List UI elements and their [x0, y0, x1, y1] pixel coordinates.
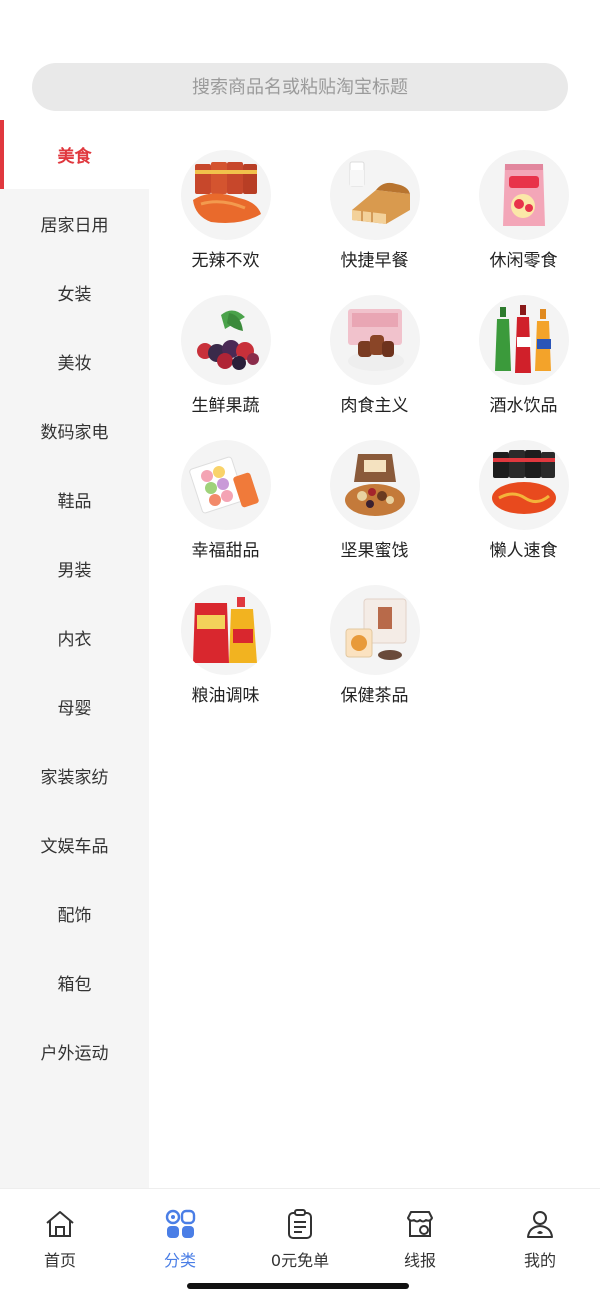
sidebar-item-food[interactable]: 美食 — [0, 120, 149, 189]
sidebar-item-home-textile[interactable]: 家装家纺 — [0, 741, 149, 810]
instant-noodle-icon — [478, 440, 569, 530]
sidebar-item-label: 数码家电 — [40, 423, 109, 443]
sidebar-item-label: 箱包 — [57, 975, 92, 995]
spicy-snack-icon — [180, 150, 271, 240]
soda-bottles-icon — [478, 295, 569, 385]
subcategory-label: 生鲜果蔬 — [191, 396, 260, 416]
sidebar-item-label: 女装 — [57, 285, 92, 305]
subcategory-spicy[interactable]: 无辣不欢 — [151, 150, 300, 273]
sidebar-item-label: 文娱车品 — [40, 837, 109, 857]
tab-label: 首页 — [43, 1251, 76, 1270]
subcategory-tea[interactable]: 保健茶品 — [300, 585, 449, 708]
sidebar-item-bags[interactable]: 箱包 — [0, 948, 149, 1017]
sidebar-item-shoes[interactable]: 鞋品 — [0, 465, 149, 534]
sidebar-item-label: 内衣 — [57, 630, 92, 650]
subcategory-drinks[interactable]: 酒水饮品 — [449, 295, 598, 418]
sidebar-item-label: 配饰 — [57, 906, 92, 926]
subcategory-label: 休闲零食 — [489, 251, 558, 271]
subcategory-label: 坚果蜜饯 — [340, 541, 409, 561]
category-content: 无辣不欢 快捷早餐 休闲零食 生鲜果蔬 肉食主义 酒水饮品 幸福甜品 坚果蜜饯 … — [149, 120, 600, 1188]
sidebar-item-beauty[interactable]: 美妆 — [0, 327, 149, 396]
subcategory-label: 幸福甜品 — [191, 541, 260, 561]
chips-bag-icon — [478, 150, 569, 240]
subcategory-nuts[interactable]: 坚果蜜饯 — [300, 440, 449, 563]
profile-icon — [527, 1211, 553, 1238]
subcategory-label: 快捷早餐 — [340, 251, 409, 271]
category-sidebar: 美食 居家日用 女装 美妆 数码家电 鞋品 男装 内衣 母婴 家装家纺 文娱车品… — [0, 120, 149, 1188]
subcategory-grain-oil[interactable]: 粮油调味 — [151, 585, 300, 708]
sidebar-item-label: 美食 — [57, 147, 92, 167]
sidebar-item-mens-wear[interactable]: 男装 — [0, 534, 149, 603]
sidebar-item-electronics[interactable]: 数码家电 — [0, 396, 149, 465]
search-input[interactable] — [32, 63, 568, 111]
sidebar-item-culture-auto[interactable]: 文娱车品 — [0, 810, 149, 879]
sidebar-item-label: 居家日用 — [40, 216, 109, 236]
sidebar-item-baby[interactable]: 母婴 — [0, 672, 149, 741]
sidebar-item-label: 母婴 — [57, 699, 92, 719]
subcategory-instant[interactable]: 懒人速食 — [449, 440, 598, 563]
sidebar-item-label: 鞋品 — [57, 492, 92, 512]
tab-label: 我的 — [523, 1251, 556, 1270]
tab-label: 0元免单 — [270, 1251, 330, 1270]
store-icon — [407, 1211, 433, 1237]
subcategory-label: 保健茶品 — [340, 686, 409, 706]
tab-home[interactable]: 首页 — [0, 1189, 120, 1301]
meat-box-icon — [329, 295, 420, 385]
subcategory-fresh[interactable]: 生鲜果蔬 — [151, 295, 300, 418]
macaron-box-icon — [180, 440, 271, 530]
rice-oil-icon — [180, 585, 271, 675]
subcategory-label: 懒人速食 — [489, 541, 558, 561]
sidebar-item-underwear[interactable]: 内衣 — [0, 603, 149, 672]
search-bar[interactable] — [32, 63, 568, 111]
home-indicator — [187, 1283, 409, 1289]
category-icon — [165, 1209, 196, 1238]
subcategory-snacks[interactable]: 休闲零食 — [449, 150, 598, 273]
nuts-bowl-icon — [329, 440, 420, 530]
sidebar-item-label: 户外运动 — [40, 1044, 109, 1064]
subcategory-dessert[interactable]: 幸福甜品 — [151, 440, 300, 563]
subcategory-grid: 无辣不欢 快捷早餐 休闲零食 生鲜果蔬 肉食主义 酒水饮品 幸福甜品 坚果蜜饯 … — [151, 150, 598, 708]
sidebar-item-outdoor[interactable]: 户外运动 — [0, 1017, 149, 1086]
subcategory-label: 无辣不欢 — [191, 251, 260, 271]
home-icon — [46, 1211, 74, 1237]
sidebar-item-label: 家装家纺 — [40, 768, 109, 788]
clipboard-icon — [288, 1209, 312, 1239]
sidebar-item-womens-wear[interactable]: 女装 — [0, 258, 149, 327]
bread-milk-icon — [329, 150, 420, 240]
subcategory-meat[interactable]: 肉食主义 — [300, 295, 449, 418]
berries-icon — [180, 295, 271, 385]
sidebar-item-accessories[interactable]: 配饰 — [0, 879, 149, 948]
tea-box-icon — [329, 585, 420, 675]
subcategory-breakfast[interactable]: 快捷早餐 — [300, 150, 449, 273]
tab-profile[interactable]: 我的 — [480, 1189, 600, 1301]
subcategory-label: 酒水饮品 — [489, 396, 558, 416]
subcategory-label: 肉食主义 — [340, 396, 409, 416]
tab-label: 线报 — [403, 1251, 436, 1270]
tab-label: 分类 — [163, 1251, 196, 1270]
sidebar-item-label: 男装 — [57, 561, 92, 581]
subcategory-label: 粮油调味 — [191, 686, 260, 706]
sidebar-item-label: 美妆 — [57, 354, 92, 374]
sidebar-item-household[interactable]: 居家日用 — [0, 189, 149, 258]
